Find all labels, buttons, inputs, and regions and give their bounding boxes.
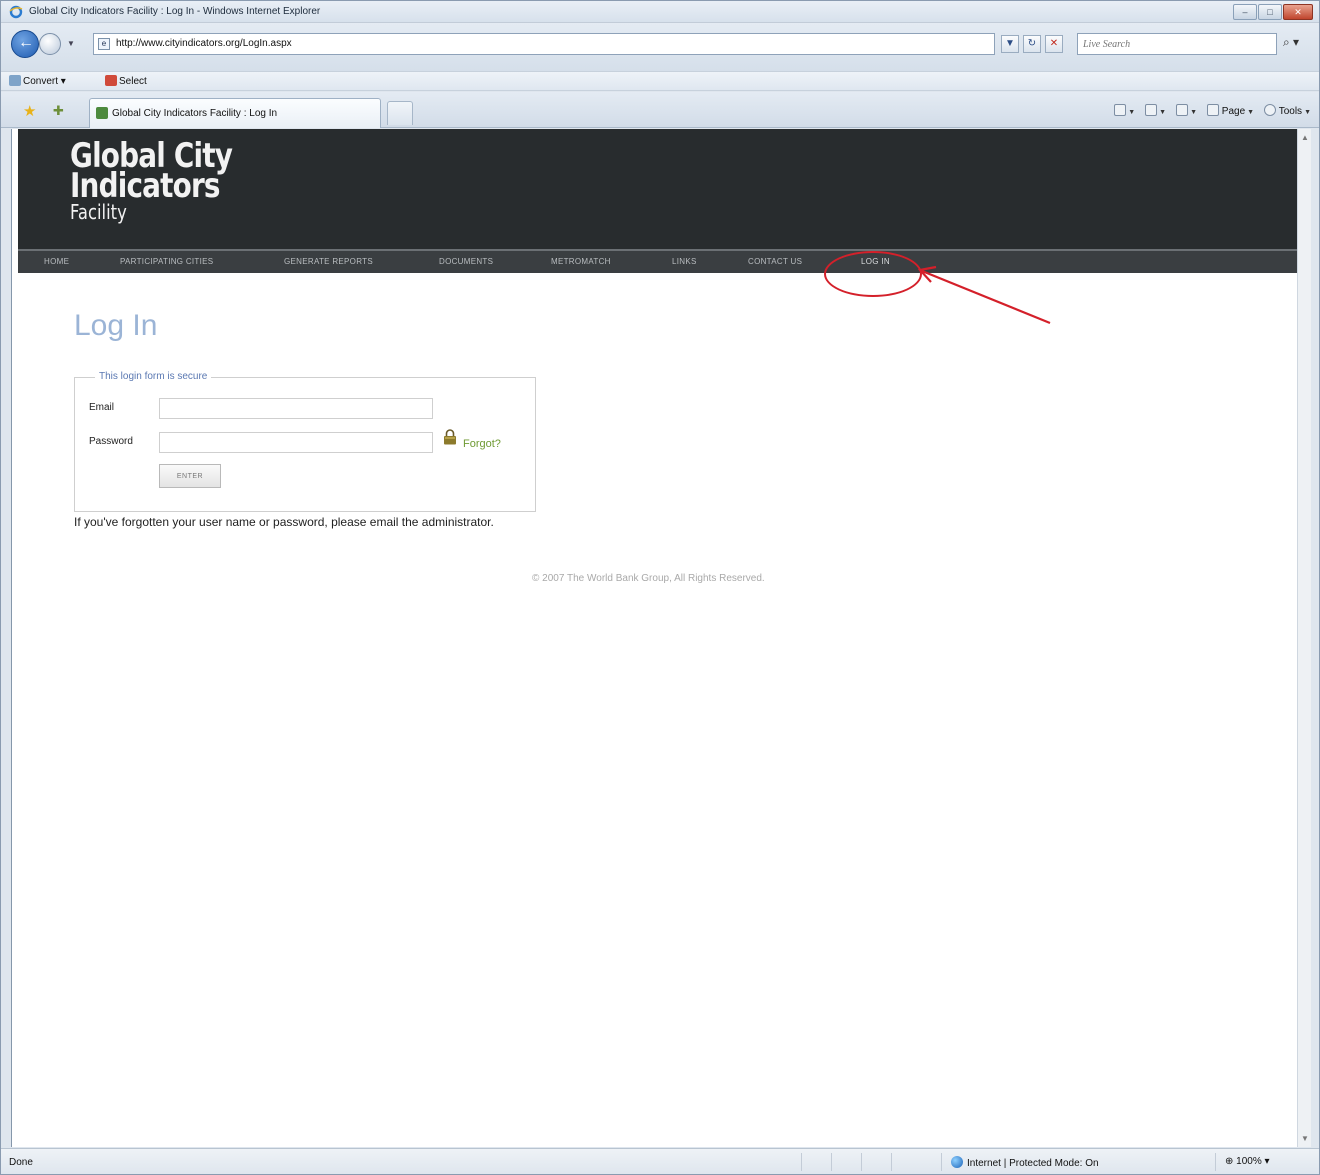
home-icon bbox=[1114, 104, 1127, 116]
zoom-icon: ⊕ bbox=[1225, 1156, 1234, 1167]
tab-bar: ★ ✚ Global City Indicators Facility : Lo… bbox=[1, 92, 1319, 128]
select-button[interactable]: Select bbox=[105, 75, 147, 87]
vertical-scrollbar[interactable]: ▲ ▼ bbox=[1297, 129, 1311, 1147]
status-divider bbox=[1215, 1153, 1216, 1171]
search-box bbox=[1077, 33, 1277, 55]
page-icon bbox=[1207, 104, 1220, 116]
lock-icon bbox=[444, 429, 456, 445]
search-icon[interactable]: ⌕ ▾ bbox=[1283, 35, 1299, 50]
nav-item-generate-reports[interactable]: GENERATE REPORTS bbox=[284, 257, 373, 266]
ie-logo-icon bbox=[9, 5, 23, 19]
status-divider bbox=[891, 1153, 892, 1171]
close-button[interactable]: ✕ bbox=[1283, 4, 1313, 20]
login-form: This login form is secure Email Password… bbox=[74, 371, 536, 512]
navigation-bar: ← ▼ e http://www.cityindicators.org/LogI… bbox=[1, 23, 1319, 71]
password-label: Password bbox=[89, 436, 133, 447]
status-divider bbox=[861, 1153, 862, 1171]
maximize-button[interactable]: □ bbox=[1258, 4, 1282, 20]
status-bar: Done Internet | Protected Mode: On ⊕ 100… bbox=[1, 1148, 1319, 1174]
zoom-level: 100% bbox=[1236, 1156, 1262, 1167]
security-zone-label: Internet | Protected Mode: On bbox=[967, 1158, 1099, 1169]
refresh-button[interactable]: ↻ bbox=[1023, 35, 1041, 53]
globe-icon bbox=[951, 1156, 963, 1168]
nav-item-home[interactable]: HOME bbox=[44, 257, 69, 266]
new-tab-button[interactable] bbox=[387, 101, 413, 125]
command-bar: ▼ ▼ ▼ Page ▼ Tools ▼ bbox=[1114, 104, 1311, 117]
search-input[interactable] bbox=[1078, 34, 1276, 54]
tab-login[interactable]: Global City Indicators Facility : Log In bbox=[89, 98, 381, 128]
email-field[interactable] bbox=[159, 398, 433, 419]
status-text: Done bbox=[9, 1157, 33, 1168]
title-bar: Global City Indicators Facility : Log In… bbox=[1, 1, 1319, 23]
site-navigation: HOME PARTICIPATING CITIES GENERATE REPOR… bbox=[18, 249, 1297, 273]
email-label: Email bbox=[89, 402, 115, 413]
logo-line-2: Indicators bbox=[70, 166, 221, 206]
home-button[interactable]: ▼ bbox=[1114, 104, 1135, 117]
scroll-down-icon[interactable]: ▼ bbox=[1301, 1134, 1309, 1143]
help-text: If you've forgotten your user name or pa… bbox=[74, 515, 494, 529]
scroll-up-icon[interactable]: ▲ bbox=[1301, 133, 1309, 142]
site-header: Global City Indicators Facility bbox=[18, 129, 1297, 249]
tab-page-icon bbox=[96, 107, 108, 119]
favorites-star-icon[interactable]: ★ bbox=[23, 102, 36, 120]
select-label: Select bbox=[119, 76, 147, 87]
page-menu-label: Page bbox=[1221, 106, 1246, 117]
back-arrow-icon: ← bbox=[18, 34, 34, 51]
print-button[interactable]: ▼ bbox=[1176, 104, 1197, 117]
status-divider bbox=[801, 1153, 802, 1171]
convert-label: Convert bbox=[23, 76, 59, 87]
nav-item-participating-cities[interactable]: PARTICIPATING CITIES bbox=[120, 257, 213, 266]
window-title: Global City Indicators Facility : Log In… bbox=[29, 6, 321, 17]
tools-menu-label: Tools bbox=[1278, 106, 1303, 117]
password-field[interactable] bbox=[159, 432, 433, 453]
gear-icon bbox=[1264, 104, 1277, 116]
forward-button[interactable] bbox=[39, 33, 61, 55]
links-toolbar: Convert ▾ Select bbox=[1, 71, 1319, 91]
nav-item-links[interactable]: LINKS bbox=[672, 257, 697, 266]
page-menu-button[interactable]: Page ▼ bbox=[1207, 104, 1254, 117]
zoom-control[interactable]: ⊕ 100% ▾ bbox=[1225, 1156, 1270, 1167]
address-dropdown-button[interactable]: ▼ bbox=[1001, 35, 1019, 53]
back-button[interactable]: ← bbox=[11, 30, 39, 58]
logo-line-3: Facility bbox=[70, 200, 127, 224]
select-icon bbox=[105, 75, 117, 86]
minimize-button[interactable]: – bbox=[1233, 4, 1257, 20]
address-url: http://www.cityindicators.org/LogIn.aspx bbox=[116, 38, 292, 49]
convert-icon bbox=[9, 75, 21, 86]
browser-window: Global City Indicators Facility : Log In… bbox=[0, 0, 1320, 1175]
page-icon: e bbox=[98, 38, 110, 50]
enter-button[interactable]: ENTER bbox=[159, 464, 221, 488]
status-divider bbox=[831, 1153, 832, 1171]
security-zone[interactable]: Internet | Protected Mode: On bbox=[951, 1156, 1099, 1169]
nav-item-metromatch[interactable]: METROMATCH bbox=[551, 257, 611, 266]
site-logo[interactable]: Global City Indicators Facility bbox=[70, 139, 268, 224]
forgot-password-link[interactable]: Forgot? bbox=[463, 438, 501, 450]
login-form-legend: This login form is secure bbox=[95, 371, 212, 382]
nav-item-contact-us[interactable]: CONTACT US bbox=[748, 257, 802, 266]
feeds-button[interactable]: ▼ bbox=[1145, 104, 1166, 117]
feeds-icon bbox=[1145, 104, 1158, 116]
convert-button[interactable]: Convert ▾ bbox=[9, 75, 66, 87]
add-favorite-icon[interactable]: ✚ bbox=[53, 103, 64, 119]
stop-button[interactable]: ✕ bbox=[1045, 35, 1063, 53]
highlight-ellipse bbox=[824, 251, 922, 297]
page-viewport: Global City Indicators Facility HOME PAR… bbox=[11, 129, 1297, 1147]
nav-item-documents[interactable]: DOCUMENTS bbox=[439, 257, 493, 266]
status-divider bbox=[941, 1153, 942, 1171]
annotation-arrow-icon bbox=[917, 265, 1051, 325]
address-bar[interactable]: e http://www.cityindicators.org/LogIn.as… bbox=[93, 33, 995, 55]
page-title: Log In bbox=[74, 309, 158, 342]
print-icon bbox=[1176, 104, 1189, 116]
tools-menu-button[interactable]: Tools ▼ bbox=[1264, 104, 1311, 117]
copyright-text: © 2007 The World Bank Group, All Rights … bbox=[532, 573, 765, 584]
tab-label: Global City Indicators Facility : Log In bbox=[112, 108, 278, 119]
recent-pages-dropdown[interactable]: ▼ bbox=[67, 39, 75, 48]
